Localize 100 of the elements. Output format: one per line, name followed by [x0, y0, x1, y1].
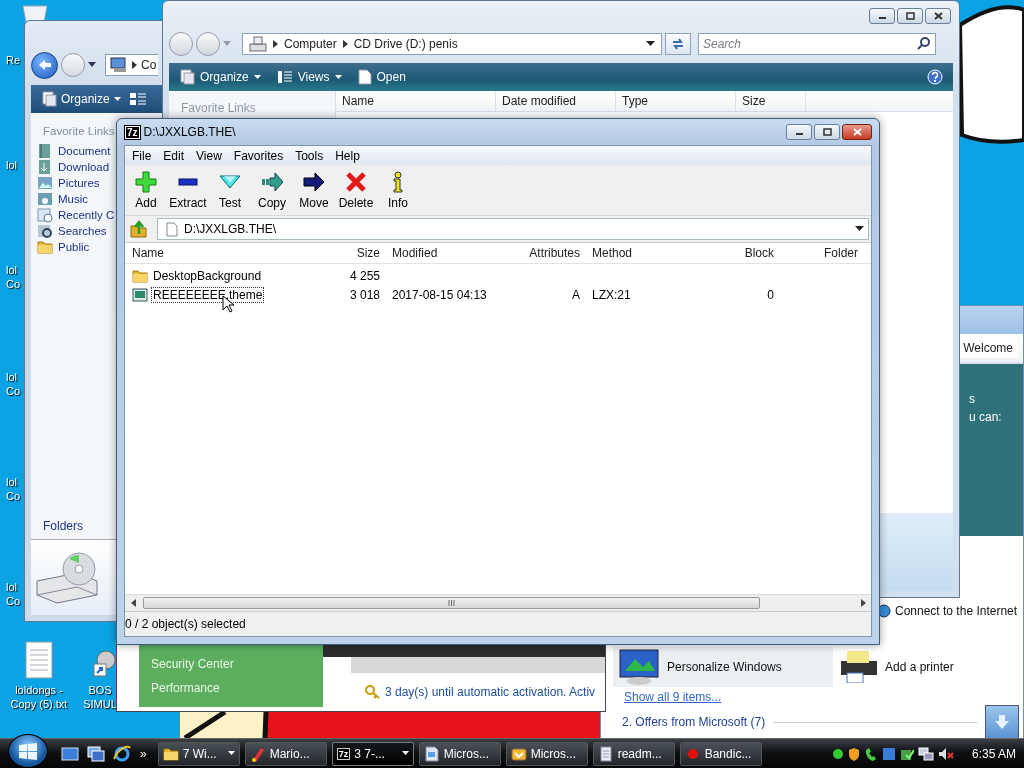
window-title: D:\JXXLGB.THE\	[143, 125, 237, 139]
toolbar-button[interactable]: Extract	[167, 170, 209, 210]
address-bar[interactable]: Co	[105, 54, 158, 76]
activation-link[interactable]: 3 day(s) until automatic activation. Activ	[385, 685, 596, 699]
maximize-button[interactable]	[814, 124, 840, 140]
show-all-link[interactable]: Show all 9 items...	[624, 690, 722, 704]
browser-icon[interactable]	[113, 744, 131, 763]
taskbar-button[interactable]: 7z 3 7-...	[331, 741, 414, 766]
minimize-button[interactable]	[786, 124, 812, 140]
horizontal-scrollbar[interactable]	[125, 594, 871, 611]
breadcrumb[interactable]: CD Drive (D:) penis	[353, 37, 458, 51]
maximize-button[interactable]	[897, 8, 923, 24]
toolbar-button[interactable]: Add	[125, 170, 167, 210]
back-button[interactable]	[31, 51, 58, 79]
refresh-button[interactable]	[665, 33, 691, 55]
scrollbar-thumb[interactable]	[143, 597, 760, 609]
taskbar-button[interactable]: Bandic...	[679, 741, 762, 766]
breadcrumb[interactable]: Computer	[284, 37, 337, 51]
column-header[interactable]: Size	[322, 246, 390, 260]
windows-logo-icon	[18, 741, 38, 760]
notepad-icon	[597, 745, 614, 762]
column-header[interactable]: Name	[336, 91, 496, 111]
path-field[interactable]: D:\JXXLGB.THE\	[157, 218, 869, 240]
file-name[interactable]: DesktopBackground	[151, 267, 264, 284]
menu-item[interactable]: Tools	[289, 148, 330, 163]
drive-icon	[249, 36, 267, 52]
muted-speaker-icon[interactable]	[937, 746, 954, 761]
folder-icon	[162, 745, 179, 762]
taskbar-button[interactable]: 7 Wi...	[157, 741, 240, 766]
table-cell-text: 4 255	[348, 268, 381, 283]
table-cell-text: A	[571, 287, 581, 302]
phone-icon[interactable]	[863, 746, 878, 761]
close-button[interactable]	[925, 8, 951, 24]
taskbar-button[interactable]: Mario...	[244, 741, 327, 766]
breadcrumb[interactable]: Co	[141, 58, 157, 72]
toolbar-button[interactable]: Info	[377, 170, 419, 210]
start-button[interactable]	[8, 733, 48, 768]
banner-text: s	[969, 392, 975, 407]
clock[interactable]: 6:35 AM	[971, 746, 1016, 761]
taskbar-button[interactable]: Micros...	[505, 741, 588, 766]
task-link[interactable]: Add a printer	[885, 660, 954, 674]
maximize-icon	[822, 128, 832, 136]
downloads-icon	[37, 159, 53, 175]
toolbar-button[interactable]: Move	[293, 170, 335, 210]
toolbar-button[interactable]: Test	[209, 170, 251, 210]
pictures-icon	[37, 175, 53, 191]
organize-button[interactable]: Organize	[175, 69, 265, 85]
favorite-link[interactable]: Music	[31, 191, 91, 207]
network-icon[interactable]	[881, 746, 896, 761]
menu-item[interactable]: File	[126, 148, 158, 163]
column-header[interactable]: Type	[616, 91, 736, 111]
grip-icon	[448, 600, 455, 606]
computers-icon[interactable]	[917, 746, 934, 761]
menu-item[interactable]: Favorites	[227, 148, 290, 163]
switch-windows-icon[interactable]	[87, 745, 105, 762]
menu-item[interactable]: View	[190, 148, 228, 163]
open-button[interactable]: Open	[353, 69, 410, 85]
task-link[interactable]: Connect to the Internet	[895, 604, 1018, 618]
caret-icon	[227, 751, 235, 756]
favorite-link[interactable]: Pictures	[31, 175, 102, 191]
column-header[interactable]: Date modified	[496, 91, 616, 111]
favorite-link[interactable]: Searches	[31, 223, 109, 239]
minimize-button[interactable]	[869, 8, 895, 24]
dropdown-caret-icon[interactable]	[855, 226, 864, 232]
menu-item[interactable]: Help	[329, 148, 366, 163]
column-header[interactable]: Method	[590, 246, 700, 260]
favorite-link[interactable]: Recently C	[31, 207, 117, 223]
scroll-down-button[interactable]	[985, 705, 1019, 739]
menu-item[interactable]: Edit	[157, 148, 191, 163]
column-header[interactable]: Block	[700, 246, 784, 260]
column-header[interactable]: Attributes	[520, 246, 590, 260]
taskbar-button[interactable]: Micros...	[418, 741, 501, 766]
column-header[interactable]: Modified	[390, 246, 520, 260]
show-desktop-icon[interactable]	[61, 745, 79, 762]
dropdown-caret-icon[interactable]	[646, 41, 655, 47]
right-arrow-icon	[860, 599, 866, 607]
app-logo: 7z	[125, 125, 140, 139]
status-dot-icon[interactable]	[831, 747, 844, 760]
close-button[interactable]	[842, 124, 872, 140]
favorite-link[interactable]: Document	[31, 143, 113, 159]
views-button[interactable]: Views	[272, 69, 346, 85]
organize-button[interactable]: Organize	[37, 91, 125, 107]
maximize-icon	[905, 12, 915, 20]
more-button[interactable]: »	[140, 746, 147, 761]
shield-icon[interactable]	[847, 746, 860, 761]
address-bar[interactable]: Computer CD Drive (D:) penis	[242, 33, 662, 55]
toolbar-button[interactable]: Copy	[251, 170, 293, 210]
taskbar-button[interactable]: readm...	[592, 741, 675, 766]
column-header[interactable]: Folder	[784, 246, 868, 260]
table-cell-text: 3 018	[348, 287, 381, 302]
column-header[interactable]: Size	[736, 91, 806, 111]
paint-icon	[249, 745, 266, 762]
column-header[interactable]: Name	[132, 246, 322, 260]
toolbar-button[interactable]: Delete	[335, 170, 377, 210]
copy-arrow-icon	[261, 170, 283, 193]
search-field[interactable]: Search	[698, 33, 936, 55]
favorite-link[interactable]: Public	[31, 239, 92, 255]
dropdown-caret-icon[interactable]	[88, 62, 96, 68]
task-tile[interactable]: Personalize Windows	[613, 647, 833, 687]
favorite-link[interactable]: Download	[31, 159, 112, 175]
